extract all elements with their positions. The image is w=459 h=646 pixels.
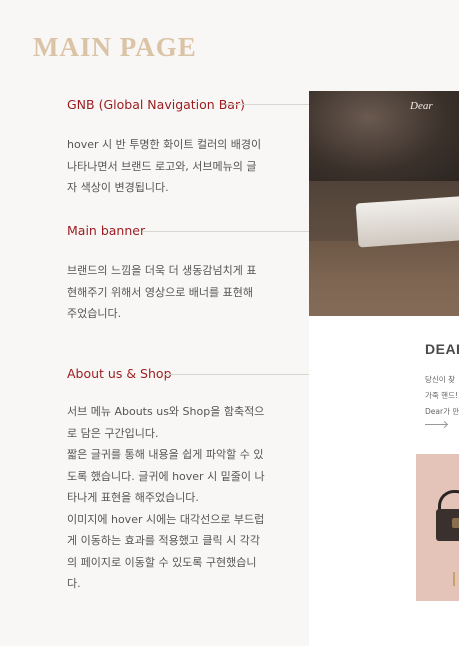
about-line[interactable]: Dear가 만 [425,404,459,420]
arrow-right-icon[interactable] [425,424,447,425]
desc-line: 브랜드의 느낌을 더욱 더 생동감넘치게 표 [67,264,257,277]
bag-strap [438,490,459,510]
about-line[interactable]: 당신이 찾 [425,372,459,388]
desc-line: 의 페이지로 이동할 수 있도록 구현했습니 [67,555,257,569]
section-main-banner: Main banner 브랜드의 느낌을 더욱 더 생동감넘치게 표 현해주기 … [67,223,267,325]
section-gnb: GNB (Global Navigation Bar) hover 시 반 투명… [67,97,267,199]
desc-line: 서브 메뉴 Abouts us와 Shop을 함축적으 [67,405,265,418]
about-line[interactable]: 가죽 핸드! [425,388,459,404]
brand-logo[interactable]: Dear [410,100,433,112]
desc-line: 다. [67,577,81,590]
desc-line: 이미지에 hover 시에는 대각선으로 부드럽 [67,512,265,526]
about-heading: DEAR [425,341,459,357]
desc-line: 게 이동하는 효과를 적용했고 클릭 시 각각 [67,534,261,547]
shop-product-image[interactable] [416,454,459,601]
main-banner-image[interactable]: Dear [309,91,459,316]
desc-line: 로 담은 구간입니다. [67,426,159,440]
bag-charm [453,572,455,586]
desc-line: 짧은 글귀를 통해 내용을 쉽게 파악할 수 있 [67,448,264,461]
leader-line-about-shop [164,374,330,375]
site-preview: Dear DEAR 당신이 찾 가죽 핸드! Dear가 만 [309,91,459,646]
page-title: MAIN PAGE [33,32,197,62]
bag-accent [452,518,459,528]
desc-line: 타나게 표현을 해주었습니다. [67,491,199,504]
section-desc-about-shop: 서브 메뉴 Abouts us와 Shop을 함축적으 로 담은 구간입니다. … [67,401,267,595]
desc-line: 도록 했습니다. 글귀에 hover 시 밑줄이 나 [67,469,265,483]
section-desc-gnb: hover 시 반 투명한 화이트 컬러의 배경이 나타나면서 브랜드 로고와,… [67,134,267,199]
banner-leather-surface [309,241,459,316]
section-desc-main-banner: 브랜드의 느낌을 더욱 더 생동감넘치게 표 현해주기 위해서 영상으로 배너를… [67,260,267,325]
desc-line: 나타나면서 브랜드 로고와, 서브메뉴의 글 [67,159,257,173]
banner-background [309,91,459,181]
section-about-shop: About us & Shop 서브 메뉴 Abouts us와 Shop을 함… [67,366,267,595]
about-text: 당신이 찾 가죽 핸드! Dear가 만 [425,372,459,420]
desc-line: 자 색상이 변경됩니다. [67,181,169,194]
leader-line-main-banner [142,231,330,232]
desc-line: 현해주기 위해서 영상으로 배너를 표현해 [67,285,254,299]
banner-card-object [355,194,459,248]
desc-line: 주었습니다. [67,307,122,320]
desc-line: hover 시 반 투명한 화이트 컬러의 배경이 [67,138,262,151]
